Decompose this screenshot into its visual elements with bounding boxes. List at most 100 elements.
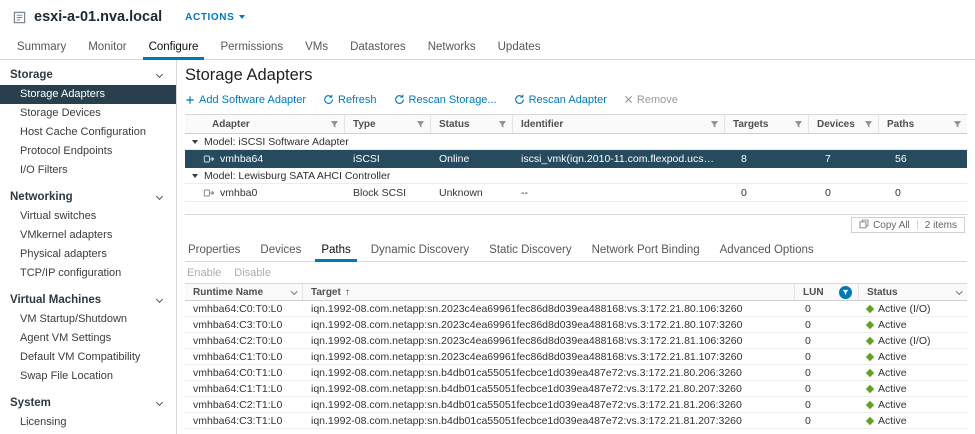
column-header-status[interactable]: Status (431, 115, 513, 133)
sidebar-item-physical-adapters[interactable]: Physical adapters (0, 245, 176, 264)
path-row-vmhba64-c2-t1-l0[interactable]: vmhba64:C2:T1:L0iqn.1992-08.com.netapp:s… (185, 397, 967, 413)
filter-funnel-icon[interactable] (710, 120, 719, 129)
path-row-vmhba64-c3-t1-l0[interactable]: vmhba64:C3:T1:L0iqn.1992-08.com.netapp:s… (185, 413, 967, 429)
tab-monitor[interactable]: Monitor (77, 34, 137, 59)
column-header-identifier[interactable]: Identifier (513, 115, 725, 133)
tab-label: VMs (305, 41, 328, 53)
target-iqn: iqn.1992-08.com.netapp:sn.2023c4ea69961f… (303, 335, 795, 347)
refresh-icon (514, 94, 525, 105)
adapter-identifier: iscsi_vmk(iqn.2010-11.com.flexpod.ucs-sm… (513, 153, 725, 165)
tab-configure[interactable]: Configure (138, 34, 210, 59)
chevron-down-icon[interactable] (956, 288, 962, 294)
filter-funnel-icon[interactable] (416, 120, 425, 129)
detail-tab-label: Advanced Options (720, 244, 814, 256)
object-tab-bar: SummaryMonitorConfigurePermissions VMs Dat… (0, 34, 975, 60)
path-row-vmhba64-c3-t0-l0[interactable]: vmhba64:C3:T0:L0iqn.1992-08.com.netapp:s… (185, 317, 967, 333)
sidebar-item-vm-startup-shutdown[interactable]: VM Startup/Shutdown (0, 310, 176, 329)
sidebar-item-storage-devices[interactable]: Storage Devices (0, 104, 176, 123)
column-header-runtime-name[interactable]: Runtime Name (185, 284, 303, 300)
remove-button[interactable]: Remove (624, 94, 678, 106)
tab-networks[interactable]: Networks (417, 34, 487, 59)
column-header-status[interactable]: Status (859, 284, 967, 300)
path-row-vmhba64-c0-t1-l0[interactable]: vmhba64:C0:T1:L0iqn.1992-08.com.netapp:s… (185, 365, 967, 381)
detail-tab-static-discovery[interactable]: Static Discovery (479, 238, 581, 261)
rescan-adapter-button[interactable]: Rescan Adapter (514, 94, 607, 106)
adapter-group-row[interactable]: Model: iSCSI Software Adapter (185, 134, 967, 150)
sidebar-item-tcp-ip-configuration[interactable]: TCP/IP configuration (0, 264, 176, 283)
path-row-vmhba64-c1-t1-l0[interactable]: vmhba64:C1:T1:L0iqn.1992-08.com.netapp:s… (185, 381, 967, 397)
detail-tab-paths[interactable]: Paths (311, 238, 360, 261)
filter-funnel-icon[interactable] (864, 120, 873, 129)
column-header-adapter[interactable]: Adapter (185, 115, 345, 133)
sidebar-item-licensing[interactable]: Licensing (0, 413, 176, 432)
runtime-name: vmhba64:C0:T1:L0 (185, 367, 303, 379)
path-row-vmhba64-c1-t0-l0[interactable]: vmhba64:C1:T0:L0iqn.1992-08.com.netapp:s… (185, 349, 967, 365)
sidebar-item-i-o-filters[interactable]: I/O Filters (0, 161, 176, 180)
lun-filter-badge-icon[interactable] (839, 286, 852, 299)
configure-sidebar: StorageStorage AdaptersStorage DevicesHo… (0, 60, 177, 434)
toolbar-button-label: Rescan Adapter (529, 94, 607, 106)
detail-tab-dynamic-discovery[interactable]: Dynamic Discovery (361, 238, 479, 261)
detail-tab-advanced-options[interactable]: Advanced Options (710, 238, 824, 261)
sidebar-item-storage-adapters[interactable]: Storage Adapters (0, 85, 176, 104)
paths-table-body: vmhba64:C0:T0:L0 iqn.1992-08.com.netapp:s… (185, 301, 967, 429)
runtime-name: vmhba64:C0:T0:L0 (185, 303, 303, 315)
disable-button[interactable]: Disable (234, 267, 271, 279)
adapter-row-vmhba64[interactable]: vmhba64iSCSIOnlineiscsi_vmk(iqn.2010-11.… (185, 150, 967, 168)
sidebar-item-host-cache-configuration[interactable]: Host Cache Configuration (0, 123, 176, 142)
add-software-adapter-button[interactable]: Add Software Adapter (185, 94, 306, 106)
target-iqn: iqn.1992-08.com.netapp:sn.2023c4ea69961f… (303, 351, 795, 363)
sidebar-item-swap-file-location[interactable]: Swap File Location (0, 367, 176, 386)
column-header-paths[interactable]: Paths (879, 115, 967, 133)
tab-label: Networks (428, 41, 476, 53)
path-status: Active (878, 351, 907, 363)
filter-funnel-icon[interactable] (794, 120, 803, 129)
tab-updates[interactable]: Updates (487, 34, 552, 59)
sidebar-item-default-vm-compatibility[interactable]: Default VM Compatibility (0, 348, 176, 367)
detail-tab-devices[interactable]: Devices (250, 238, 311, 261)
paths-table-header: Runtime NameTarget↑LUNStatus (185, 283, 967, 301)
sidebar-section-networking[interactable]: Networking (0, 186, 176, 207)
path-status: Active (878, 383, 907, 395)
column-header-target[interactable]: Target↑ (303, 284, 795, 300)
sidebar-item-protocol-endpoints[interactable]: Protocol Endpoints (0, 142, 176, 161)
copy-all-button[interactable]: Copy All (859, 219, 910, 232)
group-label: Model: iSCSI Software Adapter (204, 136, 349, 148)
filter-funnel-icon[interactable] (498, 120, 507, 129)
runtime-name: vmhba64:C2:T0:L0 (185, 335, 303, 347)
adapter-devices: 0 (809, 187, 879, 199)
path-status: Active (878, 319, 907, 331)
enable-button[interactable]: Enable (187, 267, 221, 279)
sidebar-item-virtual-switches[interactable]: Virtual switches (0, 207, 176, 226)
path-row-vmhba64-c2-t0-l0[interactable]: vmhba64:C2:T0:L0iqn.1992-08.com.netapp:s… (185, 333, 967, 349)
sidebar-section-virtual-machines[interactable]: Virtual Machines (0, 289, 176, 310)
path-row-vmhba64-c0-t0-l0[interactable]: vmhba64:C0:T0:L0iqn.1992-08.com.netapp:s… (185, 301, 967, 317)
chevron-down-icon[interactable] (291, 288, 297, 294)
actions-menu-button[interactable]: ACTIONS (185, 12, 245, 23)
filter-funnel-icon[interactable] (330, 120, 339, 129)
tab-permissions[interactable]: Permissions (209, 34, 294, 59)
sidebar-item-vmkernel-adapters[interactable]: VMkernel adapters (0, 226, 176, 245)
detail-tab-network-port-binding[interactable]: Network Port Binding (582, 238, 710, 261)
adapter-table-header: AdapterTypeStatusIdentifierTargetsDevice… (185, 114, 967, 134)
tab-summary[interactable]: Summary (6, 34, 77, 59)
tab-datastores[interactable]: Datastores (339, 34, 417, 59)
adapter-row-vmhba0[interactable]: vmhba0Block SCSIUnknown--000 (185, 184, 967, 202)
column-header-devices[interactable]: Devices (809, 115, 879, 133)
refresh-button[interactable]: Refresh (323, 94, 377, 106)
host-title: esxi-a-01.nva.local (34, 9, 162, 25)
rescan-storage-button[interactable]: Rescan Storage... (394, 94, 497, 106)
sidebar-section-system[interactable]: System (0, 392, 176, 413)
tab-vms[interactable]: VMs (294, 34, 339, 59)
sidebar-section-storage[interactable]: Storage (0, 64, 176, 85)
detail-tab-properties[interactable]: Properties (185, 238, 250, 261)
column-header-lun[interactable]: LUN (795, 284, 859, 300)
vsphere-client-window: esxi-a-01.nva.local ACTIONS SummaryMonit… (0, 0, 975, 434)
column-header-targets[interactable]: Targets (725, 115, 809, 133)
column-header-type[interactable]: Type (345, 115, 431, 133)
adapter-group-row[interactable]: Model: Lewisburg SATA AHCI Controller (185, 168, 967, 184)
detail-tab-label: Paths (321, 244, 350, 256)
filter-funnel-icon[interactable] (953, 120, 962, 129)
active-status-icon (866, 304, 874, 312)
sidebar-item-agent-vm-settings[interactable]: Agent VM Settings (0, 329, 176, 348)
